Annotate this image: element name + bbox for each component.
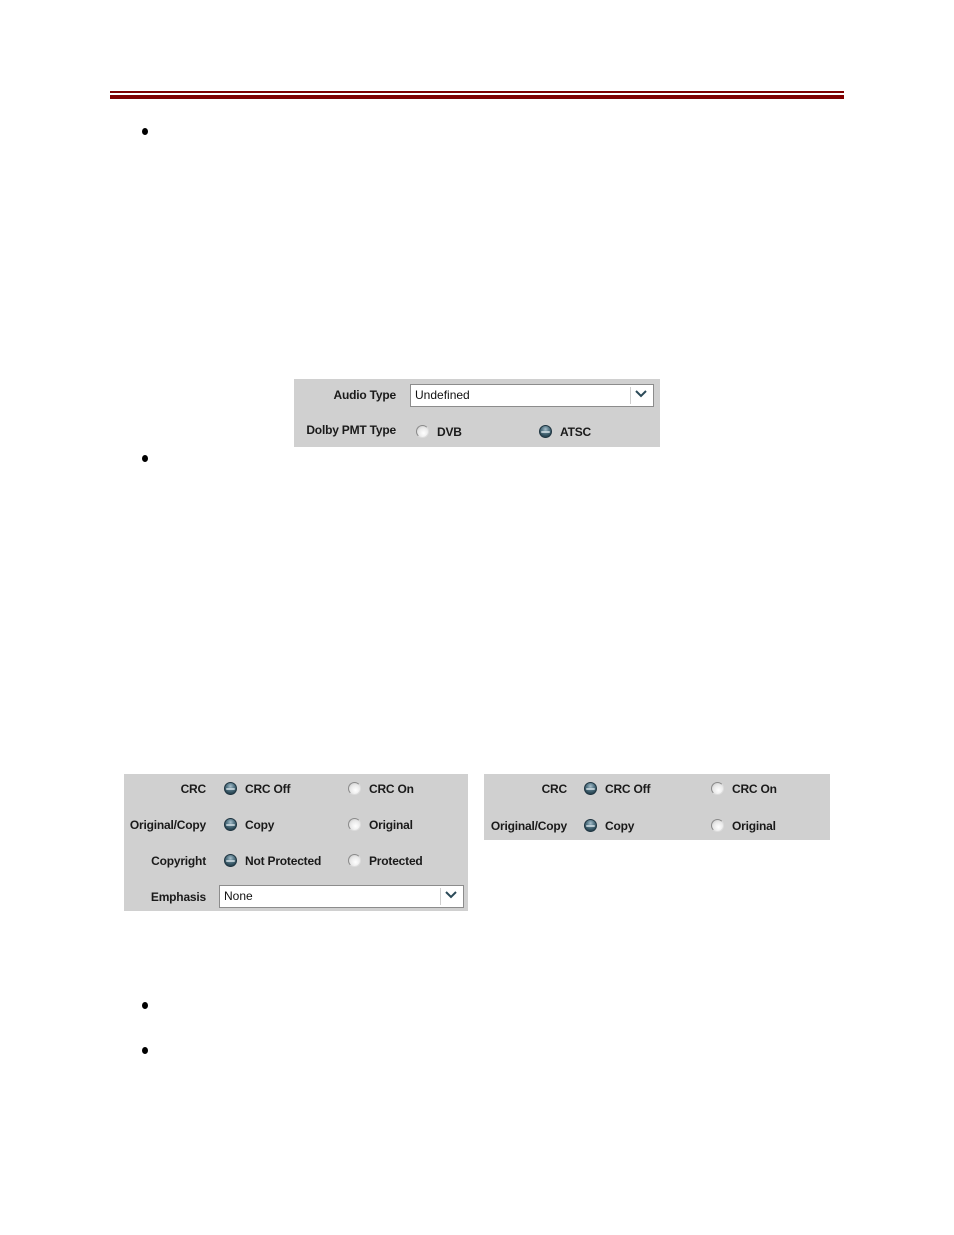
audio-type-dropdown[interactable]: Undefined: [410, 384, 654, 407]
not-protected-label: Not Protected: [245, 854, 322, 868]
bullet-3: [142, 1002, 148, 1009]
protected-radio[interactable]: [348, 854, 361, 867]
dropdown-separator: [440, 888, 441, 905]
original-copy-label: Original/Copy: [129, 818, 206, 832]
channel-status-panel-right: CRC CRC Off CRC On Original/Copy Copy Or…: [484, 774, 830, 840]
dolby-pmt-atsc-label: ATSC: [560, 425, 591, 439]
audio-type-label: Audio Type: [333, 388, 397, 402]
dolby-pmt-dvb-label: DVB: [437, 425, 462, 439]
bullet-4: [142, 1047, 148, 1054]
crc-on-label: CRC On: [369, 782, 414, 796]
header-rule-thin: [110, 91, 844, 93]
original-radio[interactable]: [711, 819, 724, 832]
copy-radio[interactable]: [224, 818, 237, 831]
dolby-pmt-atsc-radio[interactable]: [539, 425, 552, 438]
original-radio[interactable]: [348, 818, 361, 831]
crc-on-radio[interactable]: [711, 782, 724, 795]
protected-label: Protected: [369, 854, 423, 868]
emphasis-value: None: [224, 889, 253, 903]
bullet-1: [142, 128, 148, 135]
copy-label: Copy: [245, 818, 275, 832]
crc-on-radio[interactable]: [348, 782, 361, 795]
audio-settings-panel: Audio Type Undefined Dolby PMT Type DVB …: [294, 379, 660, 447]
crc-off-label: CRC Off: [605, 782, 651, 796]
audio-type-value: Undefined: [415, 388, 470, 402]
crc-off-radio[interactable]: [584, 782, 597, 795]
copyright-label: Copyright: [151, 854, 206, 868]
copy-radio[interactable]: [584, 819, 597, 832]
crc-on-label: CRC On: [732, 782, 777, 796]
original-label: Original: [732, 819, 776, 833]
not-protected-radio[interactable]: [224, 854, 237, 867]
chevron-down-icon[interactable]: [634, 388, 648, 400]
dropdown-separator: [630, 387, 631, 404]
crc-off-label: CRC Off: [245, 782, 291, 796]
crc-label: CRC: [541, 782, 568, 796]
crc-label: CRC: [180, 782, 207, 796]
header-rule-thick: [110, 95, 844, 99]
copy-label: Copy: [605, 819, 635, 833]
chevron-down-icon[interactable]: [444, 889, 458, 901]
original-copy-label: Original/Copy: [490, 819, 567, 833]
original-label: Original: [369, 818, 413, 832]
dolby-pmt-dvb-radio[interactable]: [416, 425, 429, 438]
dolby-pmt-type-label: Dolby PMT Type: [306, 423, 396, 437]
channel-status-panel-left: CRC CRC Off CRC On Original/Copy Copy Or…: [124, 774, 468, 911]
crc-off-radio[interactable]: [224, 782, 237, 795]
bullet-2: [142, 455, 148, 462]
emphasis-dropdown[interactable]: None: [219, 885, 464, 908]
emphasis-label: Emphasis: [150, 890, 206, 904]
